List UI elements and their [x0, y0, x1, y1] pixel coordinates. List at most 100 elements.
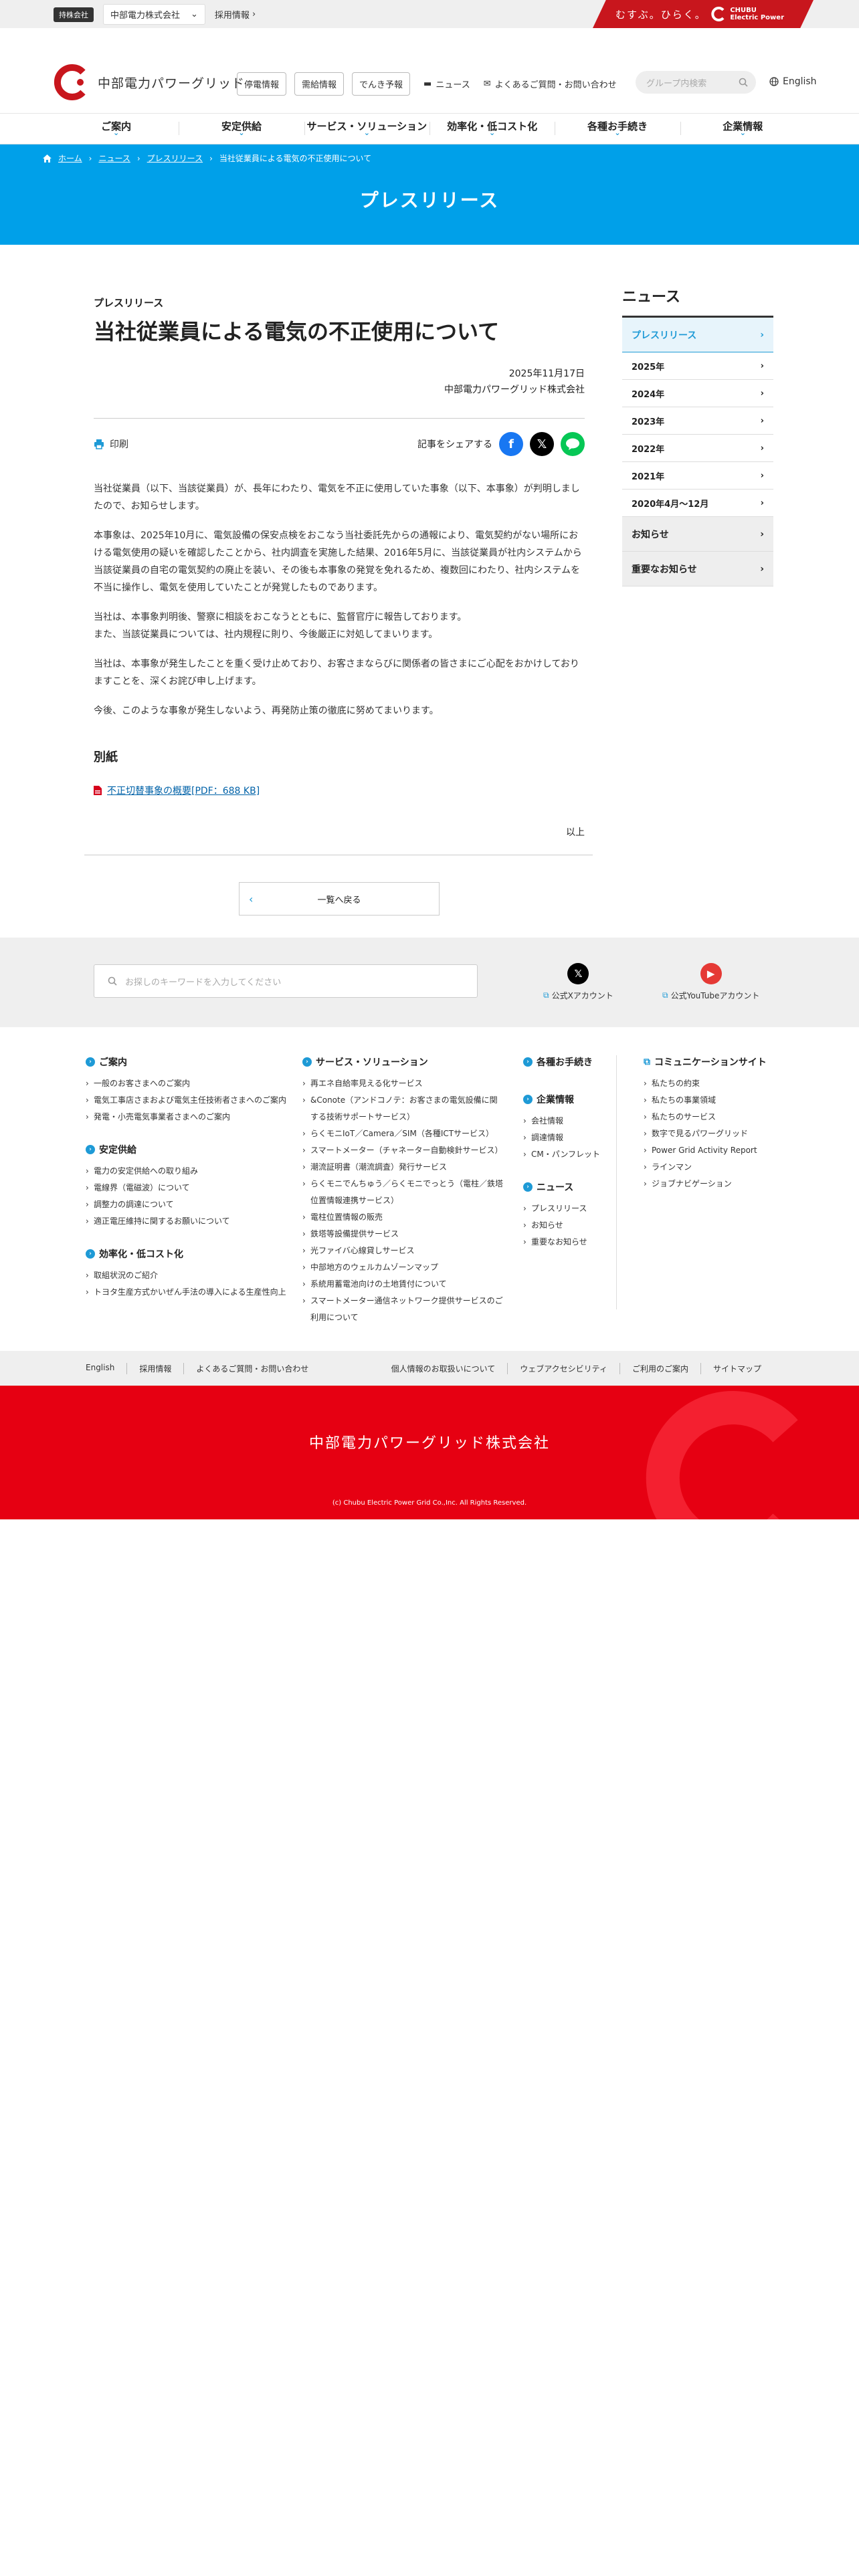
youtube-account-link[interactable]: ▶ ⧉ 公式YouTubeアカウント	[662, 963, 759, 1001]
chevron-right-icon: ›	[760, 528, 764, 540]
gnav-service[interactable]: サービス・ソリューション	[304, 114, 430, 144]
line-share-icon[interactable]	[561, 432, 585, 456]
gnav-kouritsu[interactable]: 効率化・低コスト化	[429, 114, 555, 144]
sitemap-link[interactable]: 潮流証明書（潮流調査）発行サービス	[302, 1159, 503, 1176]
sitemap-link[interactable]: らくモニIoT／Camera／SIM（各種ICTサービス）	[302, 1125, 503, 1142]
sitemap-link[interactable]: ラインマン	[644, 1159, 777, 1176]
sidebar-item-2023[interactable]: 2023年 ›	[622, 407, 773, 435]
article-company: 中部電力パワーグリッド株式会社	[444, 385, 585, 395]
chevron-right-icon: ›	[760, 329, 764, 340]
footer-link-accessibility[interactable]: ウェブアクセシビリティ	[507, 1363, 619, 1374]
sidebar-item-2022[interactable]: 2022年 ›	[622, 435, 773, 462]
sitemap-link[interactable]: 会社情報	[523, 1113, 610, 1130]
footer-link-sitemap[interactable]: サイトマップ	[700, 1363, 773, 1374]
footer-link-recruit[interactable]: 採用情報	[126, 1363, 183, 1374]
sitemap-link[interactable]: スマートメーター通信ネットワーク提供サービスのご利用について	[302, 1293, 503, 1326]
footer-link-faq[interactable]: よくあるご質問・お問い合わせ	[183, 1363, 320, 1374]
x-share-icon[interactable]: 𝕏	[530, 432, 554, 456]
sidebar-item-2020[interactable]: 2020年4月～12月 ›	[622, 490, 773, 517]
sitemap-link[interactable]: 調整力の調達について	[86, 1196, 293, 1213]
article-toolbar: 印刷 記事をシェアする f 𝕏	[94, 432, 585, 456]
recruit-link[interactable]: 採用情報 ›	[215, 8, 256, 21]
sitemap-link[interactable]: スマートメーター（チャネーター自動検針サービス）	[302, 1142, 503, 1159]
sitemap-link[interactable]: 鉄塔等設備提供サービス	[302, 1226, 503, 1243]
share-label: 記事をシェアする	[417, 439, 492, 450]
group-search-input[interactable]: グループ内検索	[636, 71, 756, 94]
x-account-link[interactable]: 𝕏 ⧉ 公式Xアカウント	[543, 963, 613, 1001]
sitemap-link[interactable]: CM・パンフレット	[523, 1146, 610, 1163]
faq-link[interactable]: ✉ よくあるご質問・お問い合わせ	[484, 78, 617, 90]
sitemap-link[interactable]: 取組状況のご紹介	[86, 1267, 293, 1284]
sitemap-heading-service[interactable]: › サービス・ソリューション	[302, 1055, 503, 1069]
sitemap-link[interactable]: Power Grid Activity Report	[644, 1142, 777, 1159]
footer-search-band: お探しのキーワードを入力してください 𝕏 ⧉ 公式Xアカウント ▶ ⧉ 公式YouT…	[0, 938, 859, 1027]
site-search-input[interactable]: お探しのキーワードを入力してください	[94, 964, 478, 998]
sitemap-heading-tetsuzuki[interactable]: › 各種お手続き	[523, 1055, 610, 1069]
site-logo[interactable]: 中部電力パワーグリッド	[54, 64, 245, 100]
footer-link-terms[interactable]: ご利用のご案内	[619, 1363, 700, 1374]
attachment-pdf-link[interactable]: 不正切替事象の概要[PDF：688 KB]	[94, 784, 585, 797]
sitemap-link[interactable]: 発電・小売電気事業者さまへのご案内	[86, 1109, 293, 1125]
sitemap-link[interactable]: 数字で見るパワーグリッド	[644, 1125, 777, 1142]
sitemap-link[interactable]: 再エネ自給率見える化サービス	[302, 1075, 503, 1092]
english-link[interactable]: English	[769, 76, 817, 87]
sitemap-heading-antei[interactable]: › 安定供給	[86, 1143, 293, 1156]
utility-bar: 持株会社 中部電力株式会社 ⌄ 採用情報 › むすぶ。ひらく。 CHUBU Ele…	[0, 0, 859, 28]
sitemap-link[interactable]: 電線界（電磁波）について	[86, 1180, 293, 1196]
breadcrumb-press[interactable]: プレスリリース	[147, 152, 203, 164]
brand-banner[interactable]: むすぶ。ひらく。 CHUBU Electric Power	[593, 0, 814, 28]
sitemap-heading-kigyou[interactable]: › 企業情報	[523, 1093, 610, 1106]
power-supply-button[interactable]: 需給情報	[294, 72, 345, 96]
sitemap-link[interactable]: プレスリリース	[523, 1200, 610, 1217]
footer-link-english[interactable]: English	[86, 1363, 126, 1374]
sitemap-link[interactable]: 電柱位置情報の販売	[302, 1209, 503, 1226]
sitemap-heading-news[interactable]: › ニュース	[523, 1180, 610, 1194]
sidebar-item-notices[interactable]: お知らせ ›	[622, 517, 773, 552]
sitemap-link[interactable]: 中部地方のウェルカムゾーンマップ	[302, 1259, 503, 1276]
site-search-placeholder: お探しのキーワードを入力してください	[125, 977, 282, 988]
news-link[interactable]: ▬ ニュース	[423, 78, 470, 90]
back-to-list-button[interactable]: ‹ 一覧へ戻る	[239, 882, 440, 916]
group-company-select[interactable]: 中部電力株式会社 ⌄	[103, 4, 205, 25]
facebook-share-icon[interactable]: f	[499, 432, 523, 456]
footer-link-privacy[interactable]: 個人情報のお取扱いについて	[391, 1363, 508, 1374]
sitemap-link[interactable]: 適正電圧維持に関するお願いについて	[86, 1213, 293, 1230]
breadcrumb-news[interactable]: ニュース	[98, 152, 130, 164]
sitemap-link[interactable]: 光ファイバ心線貸しサービス	[302, 1243, 503, 1259]
sitemap-link[interactable]: らくモニでんちゅう／らくモニでっとう（電柱／鉄塔位置情報連携サービス）	[302, 1176, 503, 1209]
gnav-tetsuzuki[interactable]: 各種お手続き	[555, 114, 680, 144]
sitemap-heading-comm[interactable]: ⧉ コミュニケーションサイト	[644, 1055, 777, 1069]
sitemap-link[interactable]: 電力の安定供給への取り組み	[86, 1163, 293, 1180]
sitemap-link[interactable]: 調達情報	[523, 1130, 610, 1146]
sitemap-heading-annai[interactable]: › ご案内	[86, 1055, 293, 1069]
sitemap-link[interactable]: 私たちの約束	[644, 1075, 777, 1092]
sitemap-link[interactable]: 系統用蓄電池向けの土地賃付について	[302, 1276, 503, 1293]
pdf-icon	[94, 786, 102, 795]
sitemap-link[interactable]: トヨタ生産方式かいぜん手法の導入による生産性向上	[86, 1284, 293, 1301]
sitemap-link[interactable]: 私たちの事業領域	[644, 1092, 777, 1109]
sitemap-link[interactable]: &Conote（アンドコノテ：お客さまの電気設備に関する技術サポートサービス）	[302, 1092, 503, 1125]
gnav-annai[interactable]: ご案内	[54, 114, 179, 144]
sitemap-link[interactable]: お知らせ	[523, 1217, 610, 1234]
copyright: (c) Chubu Electric Power Grid Co.,Inc. A…	[332, 1499, 527, 1507]
sitemap-link[interactable]: 重要なお知らせ	[523, 1234, 610, 1251]
forecast-button[interactable]: でんき予報	[352, 72, 411, 96]
sitemap-link[interactable]: ジョブナビゲーション	[644, 1176, 777, 1192]
print-button[interactable]: 印刷	[94, 437, 128, 451]
footer-brand: 中部電力パワーグリッド株式会社 (c) Chubu Electric Power…	[0, 1386, 859, 1519]
sidebar-item-2021[interactable]: 2021年 ›	[622, 462, 773, 490]
sitemap-link[interactable]: 電気工事店さまおよび電気主任技術者さまへのご案内	[86, 1092, 293, 1109]
breadcrumb-home[interactable]: ホーム	[58, 152, 82, 164]
chubu-mark-icon	[711, 7, 725, 21]
outage-info-button[interactable]: 停電情報	[237, 72, 287, 96]
sidebar-item-2024[interactable]: 2024年 ›	[622, 380, 773, 407]
sidebar-item-2025[interactable]: 2025年 ›	[622, 352, 773, 380]
chevron-right-icon: ›	[136, 153, 140, 163]
sidebar-item-press[interactable]: プレスリリース ›	[622, 318, 773, 352]
sitemap-heading-kouritsu[interactable]: › 効率化・低コスト化	[86, 1247, 293, 1261]
sitemap-link[interactable]: 私たちのサービス	[644, 1109, 777, 1125]
sitemap-link[interactable]: 一般のお客さまへのご案内	[86, 1075, 293, 1092]
gnav-antei[interactable]: 安定供給	[179, 114, 304, 144]
sidebar-item-important[interactable]: 重要なお知らせ ›	[622, 552, 773, 586]
gnav-kigyou[interactable]: 企業情報	[680, 114, 805, 144]
